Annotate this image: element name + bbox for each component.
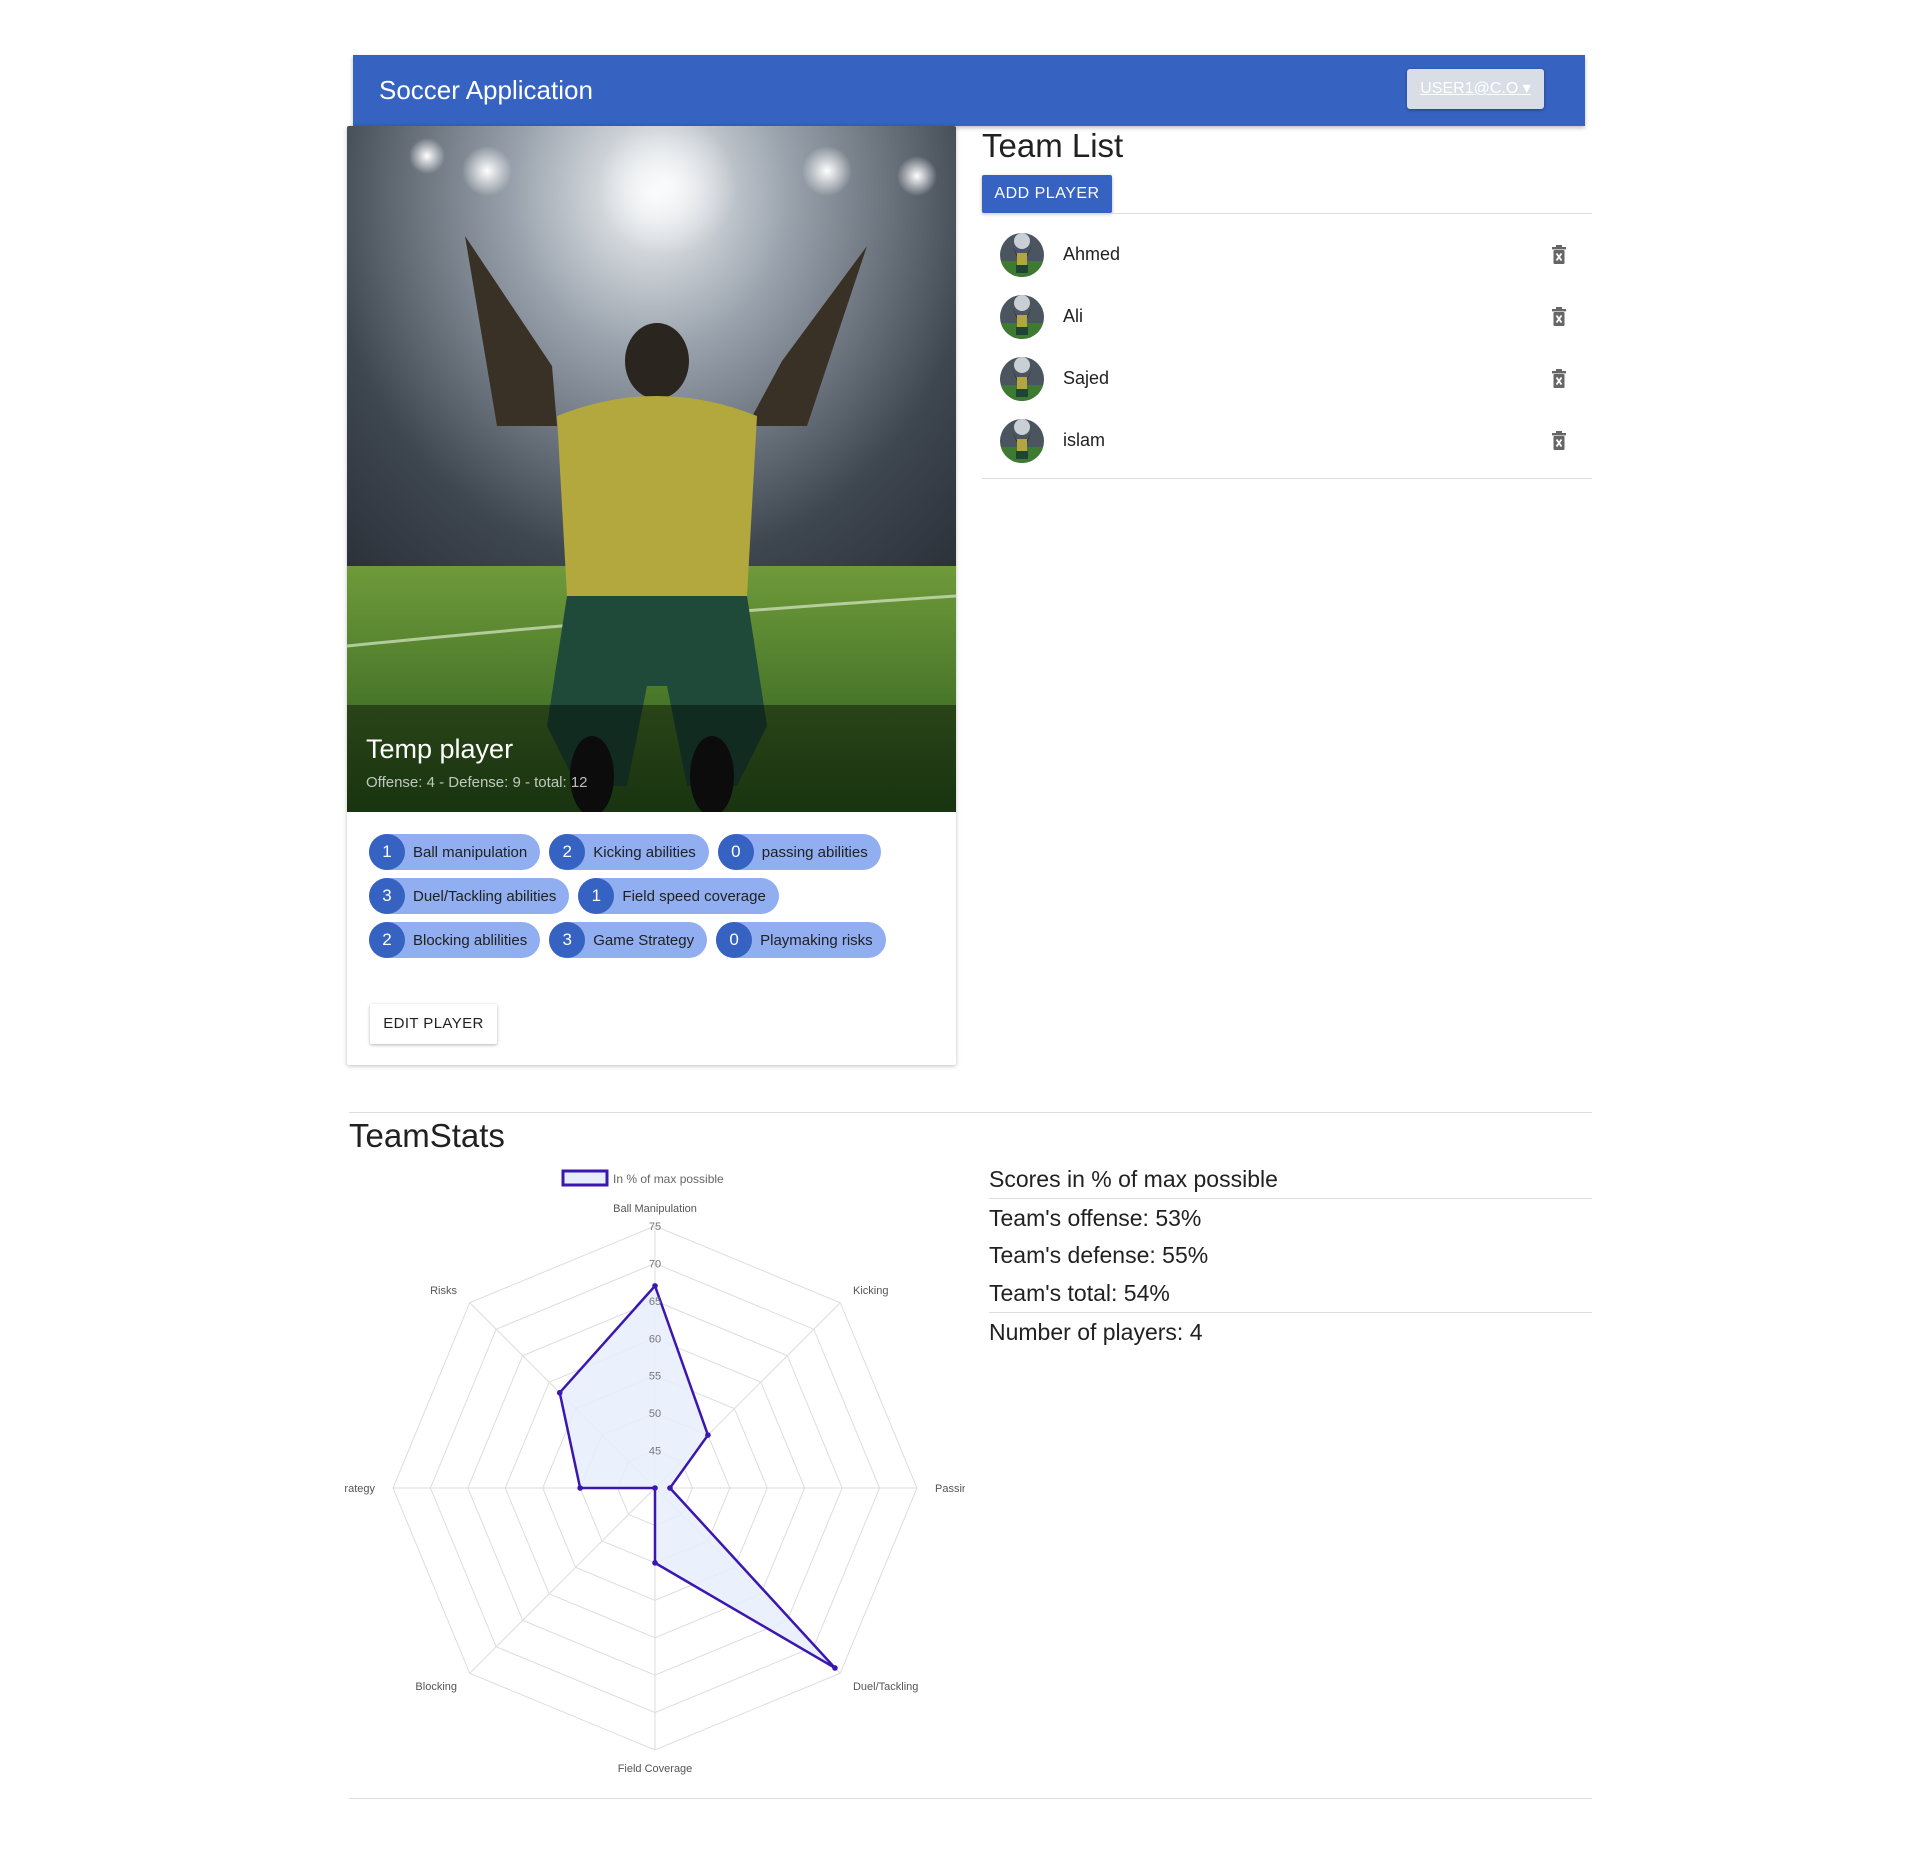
- divider: [982, 478, 1592, 479]
- user-menu-button[interactable]: USER1@C.O ▾: [1407, 69, 1544, 109]
- avatar: [1000, 233, 1044, 277]
- radar-tick-label: 55: [649, 1371, 661, 1383]
- team-offense: Team's offense: 53%: [989, 1198, 1592, 1236]
- skill-chip: 1 Ball manipulation: [369, 834, 541, 870]
- avatar: [1000, 419, 1044, 463]
- radar-point: [577, 1485, 583, 1491]
- radar-point: [667, 1485, 673, 1491]
- skill-value: 3: [369, 878, 405, 914]
- edit-player-button[interactable]: EDIT PLAYER: [370, 1004, 497, 1044]
- skill-chip: 2 Blocking ablilities: [369, 922, 541, 958]
- scores-panel: Scores in % of max possible Team's offen…: [989, 1160, 1592, 1350]
- radar-tick-label: 50: [649, 1408, 661, 1420]
- skill-label: Duel/Tackling abilities: [413, 887, 557, 905]
- skill-label: Playmaking risks: [760, 931, 873, 949]
- radar-axis-label: Risks: [430, 1285, 457, 1297]
- avatar: [1000, 357, 1044, 401]
- skill-chip: 2 Kicking abilities: [549, 834, 709, 870]
- team-total: Team's total: 54%: [989, 1280, 1170, 1306]
- radar-point: [652, 1560, 658, 1566]
- skill-chip: 3 Game Strategy: [549, 922, 708, 958]
- team-list-item[interactable]: islam: [982, 410, 1592, 472]
- team-list-title: Team List: [982, 127, 1124, 164]
- legend-swatch: [561, 1169, 609, 1187]
- team-defense: Team's defense: 55%: [989, 1242, 1209, 1268]
- player-name-item: Ali: [1063, 306, 1084, 326]
- skill-label: passing abilities: [761, 843, 868, 861]
- legend-label: In % of max possible: [613, 1172, 724, 1186]
- app-title: Soccer Application: [379, 75, 593, 105]
- skill-chip: 0 Playmaking risks: [716, 922, 886, 958]
- radar-axis-label: Strategy: [345, 1483, 375, 1495]
- radar-point: [832, 1665, 838, 1671]
- team-list: Ahmed Ali Sajed islam: [982, 224, 1592, 472]
- player-card: Temp player Offense: 4 - Defense: 9 - to…: [347, 126, 956, 1065]
- skill-chips: 1 Ball manipulation 2 Kicking abilities 0p…: [369, 834, 939, 966]
- skill-label: Blocking ablilities: [413, 931, 528, 949]
- radar-tick-label: 65: [649, 1296, 661, 1308]
- player-summary: Offense: 4 - Defense: 9 - total: 12: [366, 774, 588, 791]
- radar-tick-label: 70: [649, 1258, 661, 1270]
- divider: [349, 1112, 1592, 1113]
- avatar: [1000, 295, 1044, 339]
- skill-chip: 3 Duel/Tackling abilities: [369, 878, 570, 914]
- divider: [349, 1798, 1592, 1799]
- team-stats-title: TeamStats: [349, 1117, 505, 1154]
- team-list-item[interactable]: Ali: [982, 286, 1592, 348]
- skill-label: Ball manipulation: [413, 843, 528, 861]
- radar-axis-label: Passing: [935, 1483, 965, 1495]
- skill-chip: 1 Field speed coverage: [578, 878, 779, 914]
- player-name-item: Sajed: [1063, 368, 1110, 388]
- player-name: Temp player: [366, 734, 514, 764]
- radar-axis-label: Ball Manipulation: [613, 1203, 697, 1215]
- skill-value: 2: [369, 922, 405, 958]
- add-player-button[interactable]: ADD PLAYER: [982, 175, 1112, 213]
- radar-axis-label: Blocking: [415, 1681, 457, 1693]
- radar-point: [556, 1389, 563, 1396]
- trash-icon[interactable]: [1551, 245, 1567, 270]
- radar-series-area: [558, 1283, 836, 1670]
- trash-icon[interactable]: [1551, 369, 1567, 394]
- skill-value: 1: [369, 834, 405, 870]
- skill-value: 3: [549, 922, 586, 958]
- radar-chart: 45 50 55 60 65 70 75 Ball Manipulation Kicking Pa…: [345, 1169, 965, 1775]
- skill-value: 0: [716, 922, 753, 958]
- skill-chip: 0 passing abilities: [717, 834, 881, 870]
- radar-point: [652, 1485, 658, 1491]
- radar-point: [652, 1283, 658, 1289]
- trash-icon[interactable]: [1551, 431, 1567, 456]
- radar-spoke: [469, 1487, 656, 1674]
- player-name-item: Ahmed: [1063, 244, 1121, 264]
- app-bar: Soccer Application USER1@C.O ▾: [353, 55, 1585, 126]
- scores-heading: Scores in % of max possible: [989, 1166, 1278, 1192]
- skill-label: Field speed coverage: [622, 887, 766, 905]
- team-list-item[interactable]: Sajed: [982, 348, 1592, 410]
- skill-value: 0: [717, 834, 754, 870]
- skill-value: 2: [549, 834, 586, 870]
- radar-axis-label: Field Coverage: [618, 1763, 693, 1775]
- skill-value: 1: [578, 878, 615, 914]
- radar-axis-label: Kicking: [853, 1285, 888, 1297]
- skill-label: Game Strategy: [593, 931, 695, 949]
- radar-tick-label: 75: [649, 1221, 661, 1233]
- players-count: Number of players: 4: [989, 1312, 1592, 1350]
- player-name-item: islam: [1063, 430, 1106, 450]
- radar-point: [705, 1432, 711, 1438]
- radar-tick-label: 45: [649, 1446, 661, 1458]
- divider: [982, 213, 1592, 214]
- radar-tick-label: 60: [649, 1333, 661, 1345]
- radar-axis-label: Duel/Tackling: [853, 1681, 918, 1693]
- skill-label: Kicking abilities: [593, 843, 696, 861]
- team-list-item[interactable]: Ahmed: [982, 224, 1592, 286]
- trash-icon[interactable]: [1551, 307, 1567, 332]
